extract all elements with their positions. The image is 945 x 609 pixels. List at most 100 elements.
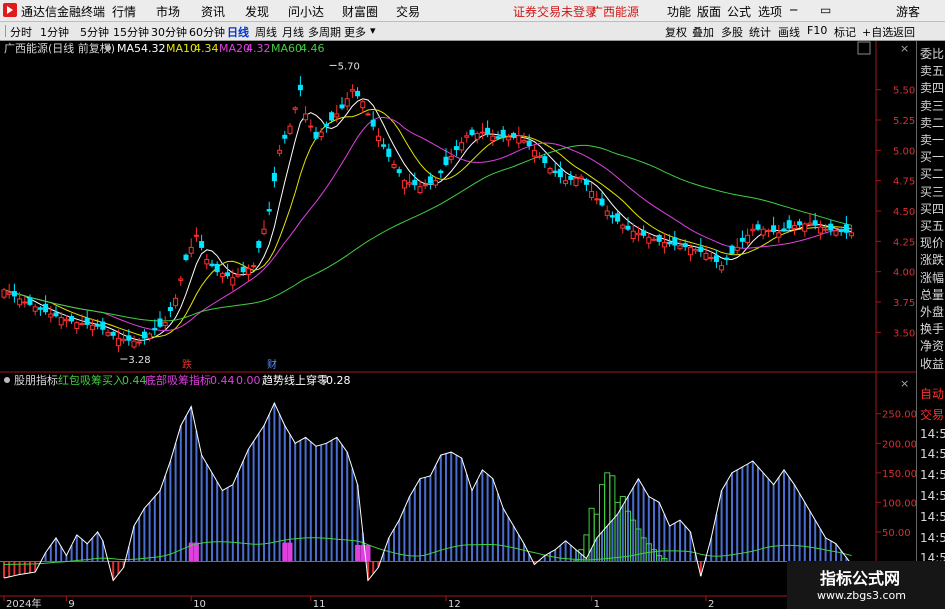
candle-up — [516, 135, 522, 144]
indicator-tick-label: 50.00 — [882, 528, 911, 539]
back-button[interactable]: 返回 — [893, 24, 915, 40]
candle-down — [313, 131, 319, 139]
bottom-absorb-bar — [282, 542, 288, 562]
menu-item-wealth[interactable]: 财富圈 — [342, 3, 378, 20]
period-tab[interactable]: 分时 — [10, 24, 32, 40]
watermark-url: www.zbgs3.com — [817, 589, 906, 602]
menu-item-options[interactable]: 选项 — [758, 3, 782, 20]
more-dropdown-icon[interactable]: ▾ — [370, 24, 376, 37]
indicator-option-icon[interactable] — [4, 377, 10, 383]
candle-up — [490, 135, 496, 142]
legend-trend-value: -0.28 — [322, 374, 350, 387]
add-watchlist-button[interactable]: +自选 — [862, 24, 893, 40]
candle-down — [69, 316, 75, 322]
candle-up — [375, 135, 381, 142]
side-panel-label: 卖四 — [920, 81, 945, 96]
indicator-tick-label: 250.00 — [882, 410, 916, 421]
candle-up — [573, 177, 579, 187]
login-warning[interactable]: 证券交易未登录 — [513, 3, 597, 20]
legend-ma60-value: 4.46 — [300, 42, 325, 55]
period-tab-more[interactable]: 更多 — [344, 24, 366, 40]
legend-red-envelope-name: 红包吸筹买入 — [58, 373, 124, 387]
candle-up — [121, 338, 127, 342]
multi-stock-button[interactable]: 多股 — [721, 24, 743, 40]
candle-up — [433, 180, 439, 186]
candle-down — [110, 331, 116, 336]
candle-down — [297, 84, 303, 91]
candle-up — [204, 259, 210, 265]
candle-down — [667, 241, 673, 245]
legend-option-icon[interactable] — [105, 45, 111, 51]
period-tab[interactable]: 月线 — [282, 24, 304, 40]
candle-down — [583, 179, 589, 185]
menu-item-news[interactable]: 资讯 — [201, 3, 225, 20]
candle-up — [235, 274, 241, 277]
price-tick-label: 3.50 — [893, 328, 915, 339]
menu-item-market[interactable]: 市场 — [156, 3, 180, 20]
overlay-button[interactable]: 叠加 — [692, 24, 714, 40]
candle-down — [552, 170, 558, 174]
candle-up — [578, 176, 584, 179]
period-tab[interactable]: 15分钟 — [113, 24, 149, 40]
candle-up — [6, 292, 12, 295]
side-panel-label[interactable]: 自动 — [920, 385, 944, 402]
period-tab[interactable]: 5分钟 — [80, 24, 109, 40]
candle-up — [391, 163, 397, 168]
guest-user[interactable]: 游客 — [896, 3, 920, 20]
adjust-button[interactable]: 复权 — [665, 24, 687, 40]
f10-button[interactable]: F10 — [807, 24, 827, 37]
period-tab[interactable]: 60分钟 — [189, 24, 225, 40]
side-panel-label: 卖五 — [920, 64, 945, 79]
window-icon[interactable]: ▭ — [820, 3, 831, 17]
draw-line-button[interactable]: 画线 — [778, 24, 800, 40]
menu-item-layout[interactable]: 版面 — [697, 3, 721, 20]
menu-item-ask[interactable]: 问小达 — [288, 3, 324, 20]
mark-button[interactable]: 标记 — [834, 24, 856, 40]
side-panel-label: 买二 — [920, 167, 945, 182]
bottom-absorb-bar — [287, 542, 293, 562]
period-tab[interactable]: 周线 — [255, 24, 277, 40]
legend-ma5-value: 4.32 — [141, 42, 166, 55]
candle-down — [511, 132, 517, 137]
candle-up — [292, 107, 298, 110]
candle-down — [625, 225, 631, 230]
candle-down — [329, 112, 335, 121]
candle-up — [693, 248, 699, 252]
menu-item-formula[interactable]: 公式 — [727, 3, 751, 20]
candle-down — [438, 170, 444, 174]
statistics-button[interactable]: 统计 — [749, 24, 771, 40]
price-tick-label: 5.25 — [893, 116, 915, 127]
candle-up — [604, 210, 610, 216]
candle-down — [495, 136, 501, 139]
close-indicator-icon[interactable]: × — [900, 377, 909, 390]
menu-item-quotes[interactable]: 行情 — [112, 3, 136, 20]
close-panel-icon[interactable]: × — [900, 42, 909, 55]
chart-area[interactable]: 广西能源(日线 前复权) MA5 4.32 MA10 4.34 MA20 4.3… — [0, 41, 916, 609]
candle-down — [771, 225, 777, 233]
candle-up — [817, 226, 823, 234]
side-panel-label: 14:56 — [920, 468, 945, 483]
menu-item-function[interactable]: 功能 — [667, 3, 691, 20]
candle-up — [448, 155, 454, 160]
candle-up — [1, 289, 7, 298]
menu-item-discover[interactable]: 发现 — [245, 3, 269, 20]
price-tick-label: 4.75 — [893, 177, 915, 188]
period-tab[interactable]: 多周期 — [308, 24, 341, 40]
side-panel-label: 买三 — [920, 184, 945, 199]
event-marker-finance: 财 — [267, 358, 277, 371]
period-tab-active[interactable]: 日线 — [227, 24, 249, 40]
candle-up — [422, 184, 428, 187]
candle-down — [209, 263, 215, 267]
candle-down — [386, 148, 392, 157]
period-tab[interactable]: 1分钟 — [40, 24, 69, 40]
minimize-icon[interactable]: ─ — [790, 3, 797, 17]
side-panel-label[interactable]: 交易 — [920, 406, 944, 423]
candle-up — [833, 230, 839, 236]
price-tick-label: 4.25 — [893, 237, 915, 248]
candle-down — [443, 156, 449, 165]
period-toolbar: 分时 1分钟 5分钟 15分钟 30分钟 60分钟 日线 周线 月线 多周期 更… — [0, 22, 945, 41]
indicator-tick-label: 150.00 — [882, 469, 916, 480]
period-tab[interactable]: 30分钟 — [151, 24, 187, 40]
high-price-label: 5.70 — [338, 61, 360, 72]
menu-item-trade[interactable]: 交易 — [396, 3, 420, 20]
